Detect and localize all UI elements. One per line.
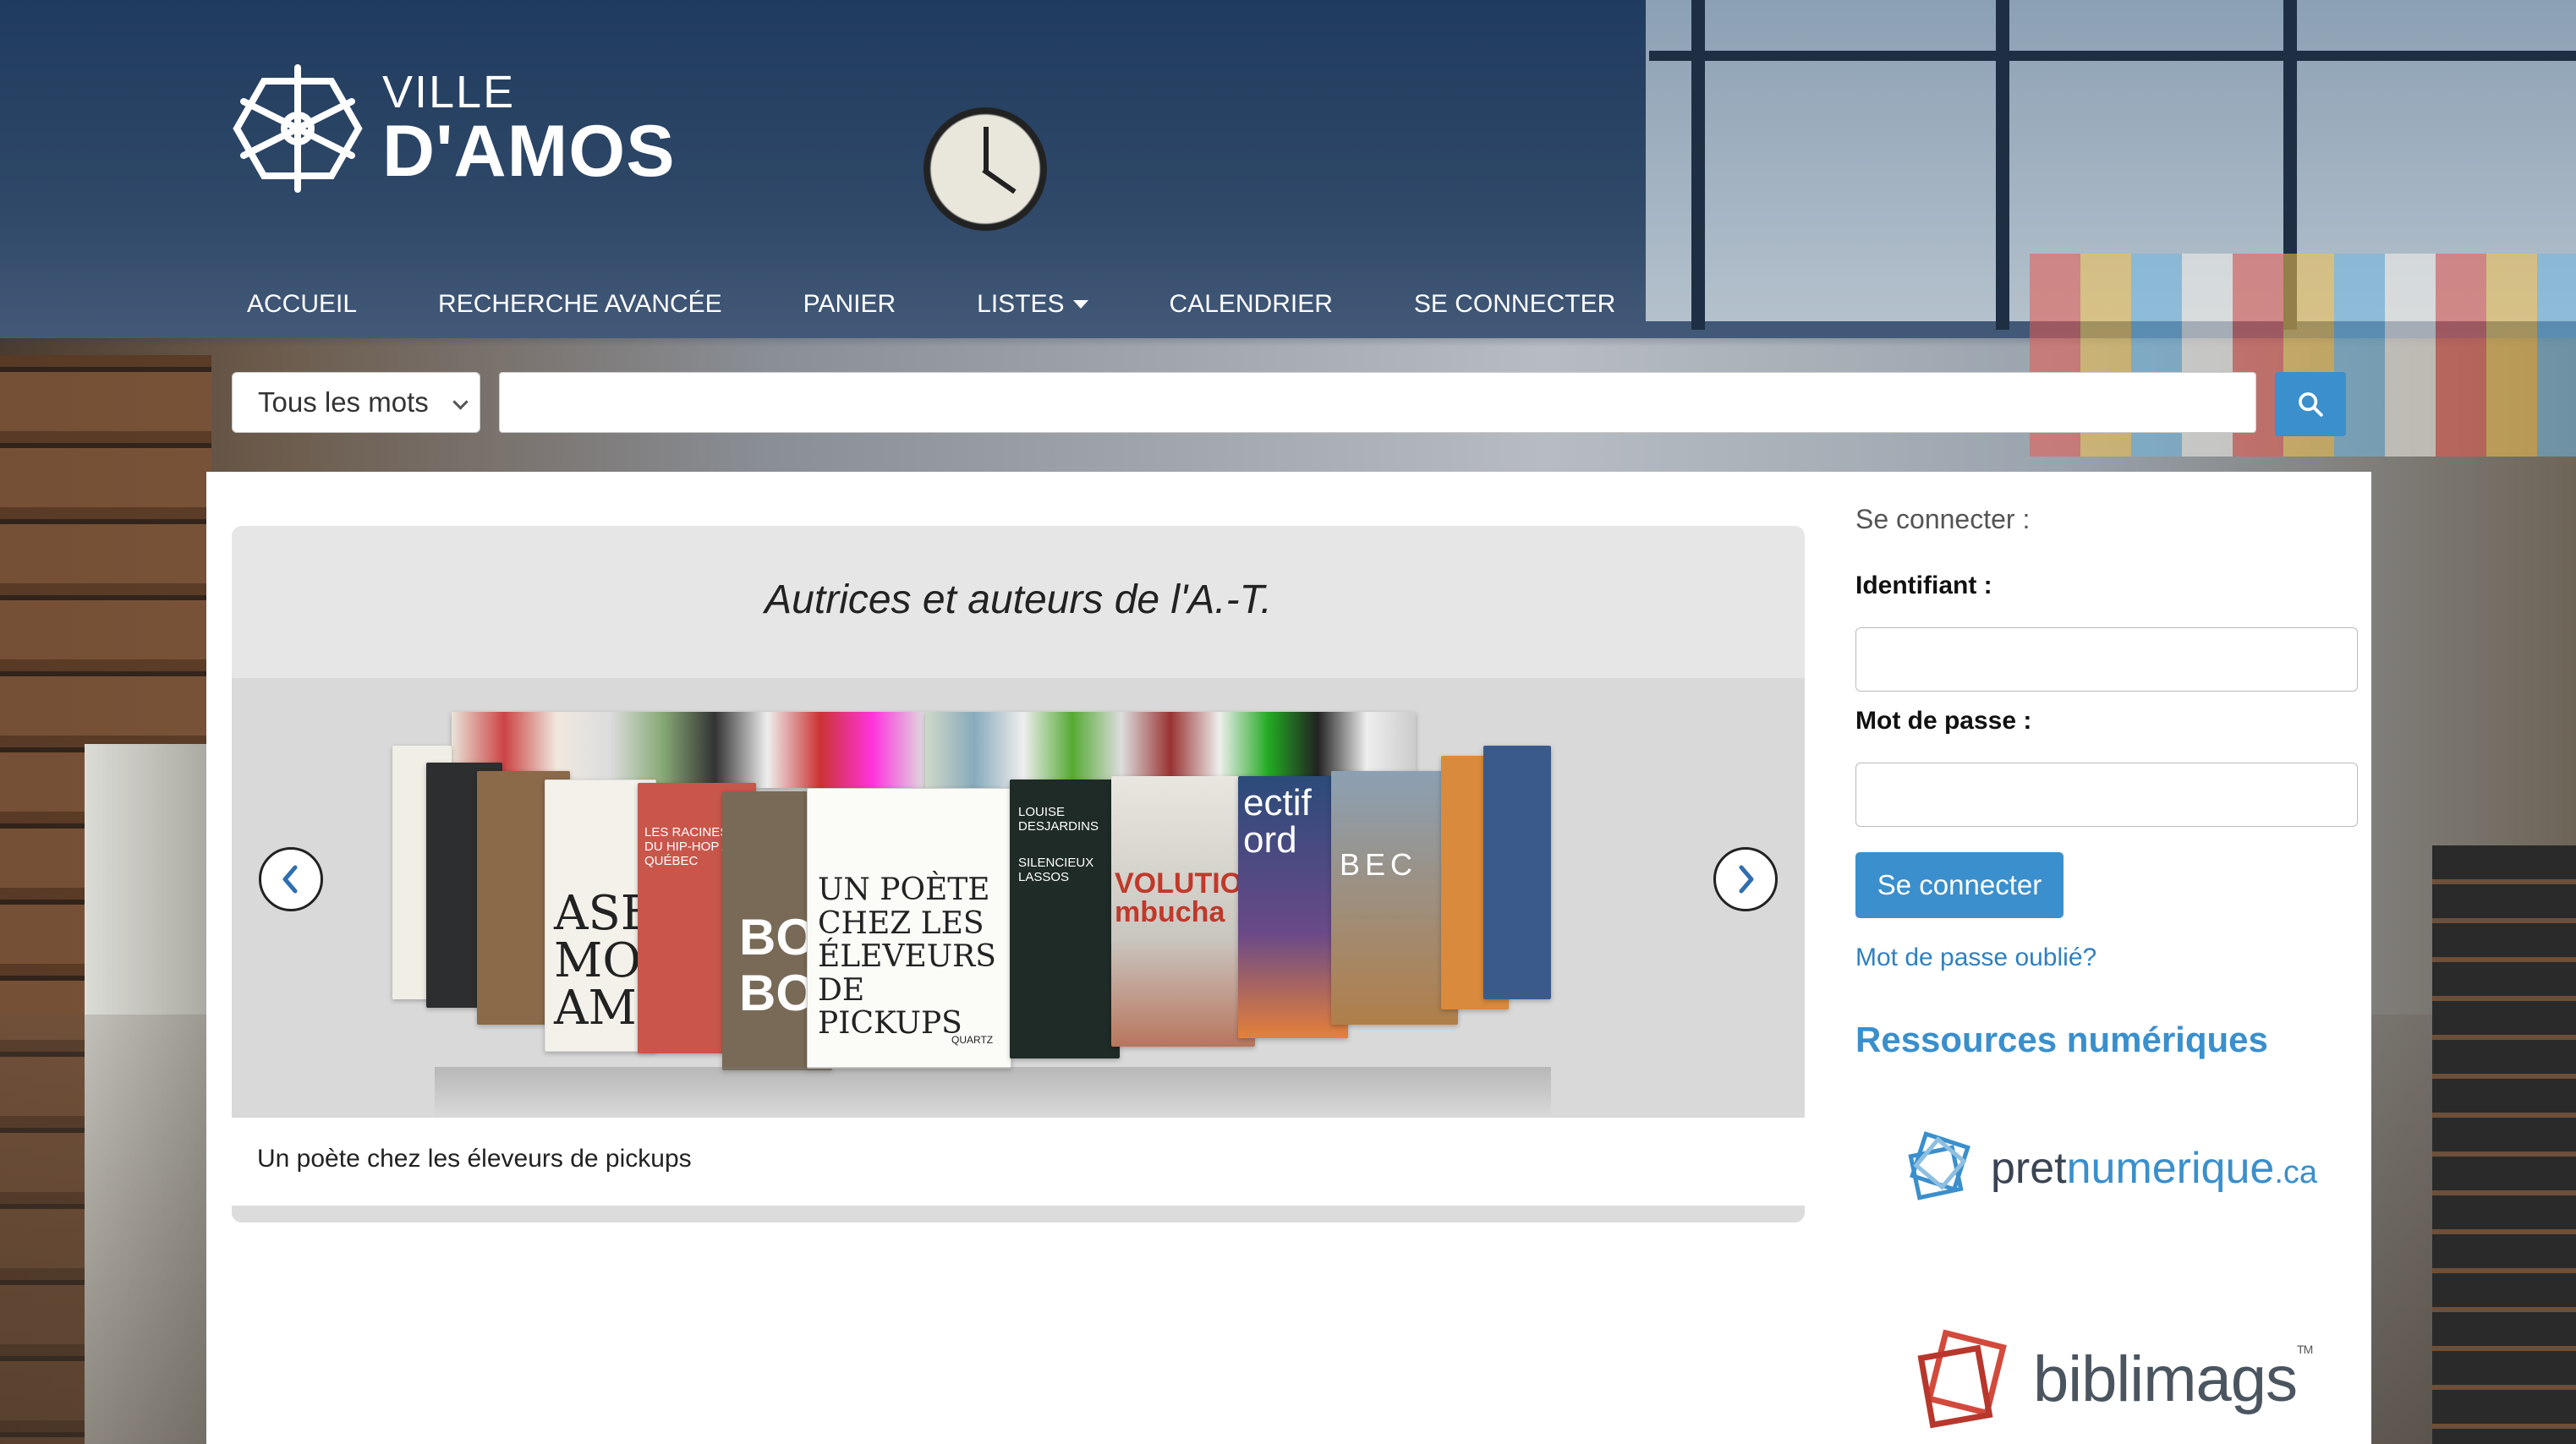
carousel-caption-bar: Un poète chez les éleveurs de pickups [232, 1118, 1805, 1206]
nav-accueil[interactable]: ACCUEIL [247, 279, 357, 330]
nav-se-connecter[interactable]: SE CONNECTER [1414, 279, 1615, 330]
nav-panier[interactable]: PANIER [803, 279, 896, 330]
nav-listes[interactable]: LISTES [977, 279, 1088, 330]
search-bar: Tous les mots [206, 340, 2371, 472]
chevron-right-icon [1739, 865, 1754, 894]
logo-line-2: D'AMOS [382, 111, 676, 192]
cover-text: SILENCIEUX LASSOS [1018, 856, 1094, 884]
forgot-password-link[interactable]: Mot de passe oublié? [1855, 944, 2096, 972]
nav-listes-label: LISTES [977, 290, 1065, 318]
cover-flow: ASE MON AMO LES RACINES DU HIP-HOP AU QU… [384, 678, 1652, 1118]
password-label: Mot de passe : [1855, 707, 2032, 735]
username-field[interactable] [1855, 627, 2358, 692]
nav-calendrier[interactable]: CALENDRIER [1170, 279, 1333, 330]
login-heading: Se connecter : [1855, 504, 2031, 534]
pretnumerique-logo-icon [1908, 1131, 1970, 1201]
site-logo[interactable]: VILLE D'AMOS [230, 61, 676, 196]
pretnumerique-wordmark: pretnumerique.ca [1991, 1144, 2318, 1193]
amos-logo-icon [233, 64, 363, 193]
biblimags-wordmark: biblimagsTM [2033, 1342, 2313, 1415]
search-scope-select[interactable]: Tous les mots [232, 372, 480, 433]
chevron-down-icon [452, 394, 469, 410]
book-cover-un-poete[interactable]: UN POÈTE CHEZ LES ÉLEVEURS DE PICKUPS QU… [807, 788, 1011, 1069]
pretnumerique-link[interactable]: pretnumerique.ca [1903, 1128, 2317, 1209]
chevron-left-icon [282, 865, 298, 894]
book-cover-silencieux-lassos[interactable]: LOUISE DESJARDINS SILENCIEUX LASSOS [1010, 779, 1120, 1058]
logo-line-1: VILLE [382, 67, 516, 118]
book-carousel: Autrices et auteurs de l'A.-T. ASE MON A… [232, 526, 1805, 1222]
carousel-title: Autrices et auteurs de l'A.-T. [765, 577, 1272, 622]
search-icon [2299, 392, 2323, 417]
resources-heading: Ressources numériques [1855, 1020, 2268, 1059]
carousel-next-button[interactable] [1713, 847, 1778, 911]
username-label: Identifiant : [1855, 572, 1992, 599]
main-content: Autrices et auteurs de l'A.-T. ASE MON A… [206, 472, 2371, 1444]
carousel-prev-button[interactable] [259, 847, 323, 911]
carousel-stage: ASE MON AMO LES RACINES DU HIP-HOP AU QU… [232, 678, 1805, 1118]
main-nav: ACCUEIL RECHERCHE AVANCÉE PANIER LISTES … [247, 279, 1696, 330]
biblimags-logo-icon [1917, 1329, 2007, 1429]
cover-author: LOUISE DESJARDINS [1018, 805, 1099, 834]
password-field[interactable] [1855, 763, 2358, 827]
search-button[interactable] [2275, 372, 2346, 436]
cover-text: BEC [1340, 847, 1418, 882]
nav-recherche-avancee[interactable]: RECHERCHE AVANCÉE [438, 279, 722, 330]
biblimags-link[interactable]: biblimagsTM [1911, 1322, 2313, 1436]
cover-text: UN POÈTE CHEZ LES ÉLEVEURS DE PICKUPS [818, 872, 996, 1042]
carousel-caption[interactable]: Un poète chez les éleveurs de pickups [257, 1145, 692, 1173]
cover-publisher: QUARTZ [951, 1034, 994, 1046]
search-scope-value: Tous les mots [258, 386, 429, 418]
caret-down-icon [1072, 300, 1088, 309]
search-input[interactable] [499, 372, 2256, 433]
book-cover-kombucha[interactable]: VOLUTION mbucha [1111, 776, 1263, 1047]
book-cover-quebec[interactable]: BEC [1331, 771, 1458, 1025]
login-button[interactable]: Se connecter [1855, 852, 2064, 918]
clock-image [922, 101, 1049, 237]
book-cover[interactable] [1483, 746, 1551, 999]
